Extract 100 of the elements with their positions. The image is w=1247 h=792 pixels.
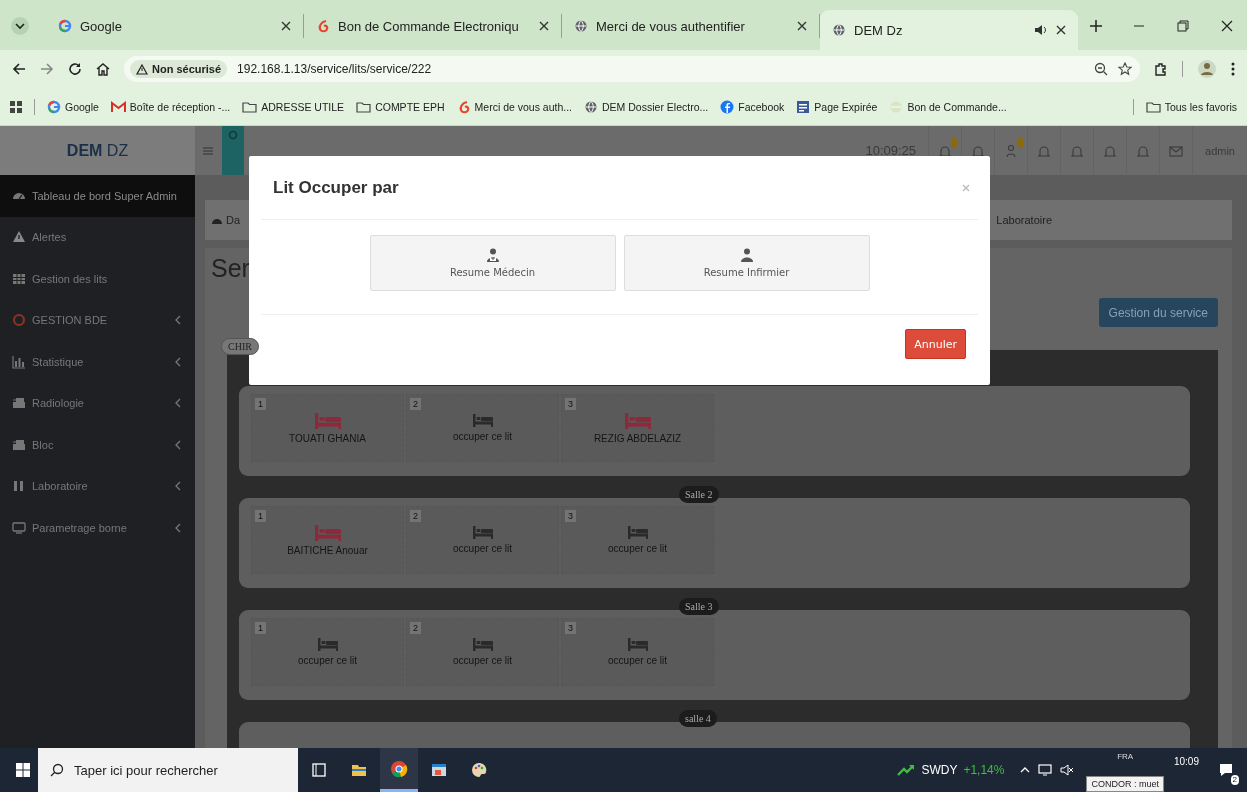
forward-icon[interactable]: [40, 62, 54, 76]
speaker-icon[interactable]: [1034, 24, 1048, 36]
bed-tile[interactable]: 2 occuper ce lit: [406, 618, 559, 686]
close-icon[interactable]: [1221, 20, 1233, 32]
monitor-icon: [12, 520, 26, 535]
bed-action: occuper ce lit: [608, 543, 667, 554]
windows-start-icon[interactable]: [16, 763, 30, 777]
sidebar-item[interactable]: Parametrage borne: [0, 507, 195, 549]
more-icon[interactable]: [1231, 62, 1235, 76]
bookmark-folder[interactable]: Tous les favoris: [1145, 100, 1237, 113]
bed-tile[interactable]: 3 REZIG ABDELAZIZ: [561, 394, 714, 462]
bar-chart-icon: [12, 354, 26, 369]
machine-icon: [12, 396, 26, 411]
breadcrumb-link[interactable]: Da: [211, 214, 241, 226]
sidebar-item[interactable]: GESTION BDE: [0, 299, 195, 341]
trend-up-icon: [897, 764, 916, 776]
bookmark[interactable]: COMPTE EPH: [356, 100, 445, 113]
zoom-icon[interactable]: [1094, 62, 1108, 76]
bed-number: 2: [410, 622, 421, 634]
close-icon[interactable]: [797, 21, 807, 31]
globe-icon: [574, 19, 588, 33]
profile-icon[interactable]: [1197, 59, 1217, 79]
bookmark[interactable]: Facebook: [720, 99, 785, 114]
bed-tile[interactable]: 1 TOUATI GHANIA: [251, 394, 404, 462]
doctor-icon: [486, 248, 499, 262]
manage-service-button[interactable]: Gestion du service: [1098, 298, 1218, 327]
google-icon: [47, 99, 61, 114]
bookmark[interactable]: DEM Dossier Electro...: [584, 99, 709, 114]
room-label: salle 4: [679, 710, 717, 727]
bed-number: 2: [410, 510, 421, 522]
security-warning[interactable]: Non sécurisé: [130, 60, 228, 78]
breadcrumb-link[interactable]: Laboratoire: [996, 214, 1052, 226]
sidebar-item[interactable]: Tableau de bord Super Admin: [0, 175, 195, 217]
task-view-icon: [310, 761, 328, 779]
facebook-icon: [720, 99, 735, 114]
bookmark[interactable]: Boîte de réception -...: [110, 100, 231, 113]
grid-icon: [12, 271, 26, 286]
bookmark[interactable]: ADRESSE UTILE: [242, 100, 345, 113]
close-icon[interactable]: [281, 21, 291, 31]
patient-name: REZIG ABDELAZIZ: [593, 432, 682, 444]
taskbar-app[interactable]: [380, 748, 418, 792]
bed-tile[interactable]: 2 occuper ce lit: [406, 506, 559, 574]
new-tab-icon[interactable]: [1090, 20, 1102, 32]
document-icon: [796, 99, 811, 114]
bed-tile[interactable]: 3 occuper ce lit: [561, 618, 714, 686]
notification-icon: [1219, 763, 1233, 777]
chevron-up-icon[interactable]: [1020, 767, 1031, 773]
bell-icon[interactable]: [971, 143, 986, 158]
bookmark[interactable]: Merci de vous auth...: [456, 99, 573, 114]
sidebar-item[interactable]: Statistique: [0, 341, 195, 383]
bed-action: occuper ce lit: [298, 655, 357, 666]
tab-title: Bon de Commande Electroniqu: [338, 18, 520, 34]
bookmark[interactable]: Google: [47, 99, 99, 114]
patient-name: BAITICHE Anouar: [287, 544, 368, 556]
sidebar-item[interactable]: Gestion des lits: [0, 258, 195, 300]
restore-icon[interactable]: [1177, 20, 1189, 32]
browser-tab[interactable]: DEM Dz: [820, 10, 1078, 50]
back-icon[interactable]: [12, 62, 26, 76]
close-icon[interactable]: [539, 21, 549, 31]
flame-icon: [316, 19, 330, 33]
tab-search-icon[interactable]: [10, 16, 30, 36]
bookmark[interactable]: Bon de Commande...: [889, 99, 1007, 114]
bed-tile[interactable]: 1 occuper ce lit: [251, 618, 404, 686]
app-logo[interactable]: DEM DZ: [0, 126, 195, 175]
sidebar-item[interactable]: Bloc: [0, 424, 195, 466]
summary-button[interactable]: Resume Infirmier: [623, 235, 870, 291]
stock-widget[interactable]: SWDY +1,14%: [897, 763, 1005, 777]
browser-tab[interactable]: Google: [46, 14, 304, 38]
sidebar-item[interactable]: Radiologie: [0, 382, 195, 424]
taskbar-clock[interactable]: 10:09: [1173, 755, 1199, 767]
home-icon[interactable]: [96, 62, 110, 76]
bed-tile[interactable]: 3 occuper ce lit: [561, 506, 714, 574]
reload-icon[interactable]: [68, 62, 82, 76]
browser-tab[interactable]: Bon de Commande Electroniqu: [304, 14, 562, 38]
taskbar-search-field[interactable]: Taper ici pour rechercher: [38, 748, 298, 792]
bookmark[interactable]: Page Expirée: [796, 99, 878, 114]
url-text: 192.168.1.13/service/lits/service/222: [237, 62, 432, 76]
notification-center[interactable]: 2: [1211, 755, 1241, 785]
speaker-muted-icon[interactable]: [1060, 764, 1075, 776]
cancel-button[interactable]: Annuler: [905, 329, 966, 359]
tab-title: DEM Dz: [854, 22, 904, 38]
bed-number: 1: [255, 622, 266, 634]
service-tag: CHIR: [221, 338, 259, 355]
search-icon: [228, 130, 238, 140]
summary-button[interactable]: Resume Médecin: [369, 235, 616, 291]
globe-icon: [832, 23, 846, 37]
address-field[interactable]: Non sécurisé 192.168.1.13/service/lits/service/222: [124, 56, 1140, 82]
sidebar-item[interactable]: Laboratoire: [0, 465, 195, 507]
bed-number: 1: [255, 510, 266, 522]
bell-icon[interactable]: [938, 143, 953, 158]
network-icon[interactable]: [1038, 764, 1053, 776]
bed-tile[interactable]: 1 BAITICHE Anouar: [251, 506, 404, 574]
globe-icon: [584, 99, 599, 114]
bed-tile[interactable]: 2 occuper ce lit: [406, 394, 559, 462]
close-icon[interactable]: [1056, 25, 1066, 35]
star-icon[interactable]: [1118, 62, 1132, 76]
input-language[interactable]: FRA: [1117, 752, 1134, 761]
apps-icon[interactable]: [10, 100, 22, 113]
sidebar-item[interactable]: Alertes: [0, 216, 195, 258]
extensions-icon[interactable]: [1154, 62, 1168, 76]
